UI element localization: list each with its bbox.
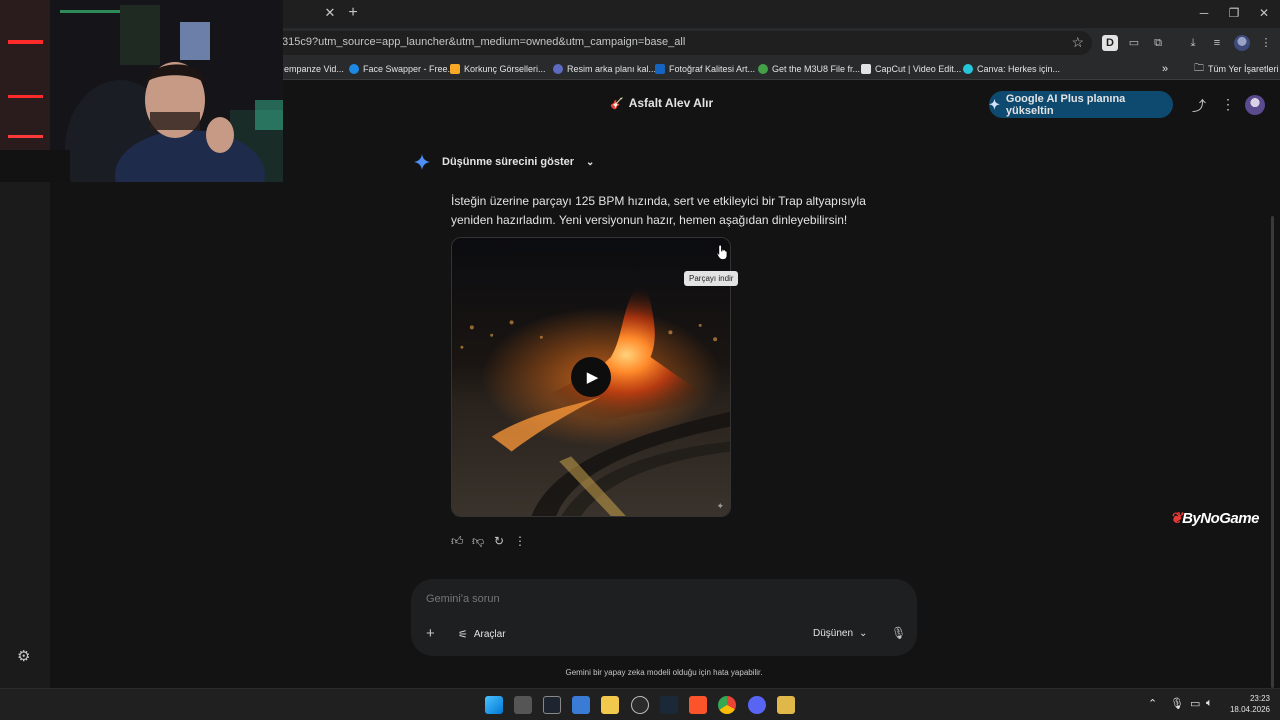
flame-icon: ❦ bbox=[1170, 510, 1183, 527]
file-explorer-icon[interactable] bbox=[601, 696, 619, 714]
folder-icon: 🗀 bbox=[1194, 62, 1204, 74]
settings-gear-icon[interactable]: ⚙ bbox=[17, 647, 30, 665]
tray-chevron-up-icon[interactable]: ⌃ bbox=[1148, 697, 1157, 710]
disclaimer-text: Gemini bir yapay zeka modeli olduğu için… bbox=[565, 668, 763, 677]
bookmark-star-icon[interactable]: ☆ bbox=[1071, 34, 1084, 51]
minimize-icon[interactable]: ─ bbox=[1194, 4, 1214, 22]
tray-display-icon[interactable]: ▭ bbox=[1190, 697, 1200, 710]
upgrade-plan-button[interactable]: ✦ Google AI Plus planına yükseltin bbox=[989, 91, 1173, 118]
bookmark-item[interactable]: CapCut | Video Edit... bbox=[861, 61, 961, 77]
guitar-icon: 🎸 bbox=[610, 97, 624, 110]
microphone-icon[interactable]: 🎙︎ bbox=[891, 626, 906, 640]
tray-microphone-icon[interactable]: 🎙︎ bbox=[1170, 697, 1184, 710]
watermark-spark-icon: ✦ bbox=[716, 501, 724, 511]
hand-cursor-icon bbox=[716, 244, 728, 260]
add-attachment-icon[interactable]: + bbox=[426, 625, 435, 642]
bookmark-favicon-icon bbox=[553, 64, 563, 74]
response-text: İsteğin üzerine parçayı 125 BPM hızında,… bbox=[451, 194, 866, 227]
chevron-down-icon: ⌄ bbox=[586, 156, 595, 168]
discord-icon[interactable] bbox=[748, 696, 766, 714]
prompt-composer: + ⚟ Araçlar Düşünen ⌄ 🎙︎ bbox=[411, 579, 917, 656]
model-mode-label: Düşünen bbox=[813, 628, 854, 639]
bookmark-favicon-icon bbox=[655, 64, 665, 74]
clock-date: 18.04.2026 bbox=[1229, 705, 1270, 714]
bookmark-favicon-icon bbox=[861, 64, 871, 74]
bookmarks-overflow-icon[interactable]: » bbox=[1162, 61, 1168, 77]
regenerate-icon[interactable]: ↻ bbox=[493, 534, 505, 549]
restore-icon[interactable]: ❐ bbox=[1224, 4, 1244, 22]
new-tab-icon[interactable]: + bbox=[345, 4, 361, 22]
bookmark-item[interactable]: Get the M3U8 File fr... bbox=[758, 61, 860, 77]
url-text[interactable]: 315c9?utm_source=app_launcher&utm_medium… bbox=[282, 36, 685, 48]
taskbar-app-icon[interactable] bbox=[572, 696, 590, 714]
show-thinking-toggle[interactable]: Düşünme sürecini göster ⌄ bbox=[414, 154, 594, 170]
tools-button[interactable]: ⚟ Araçlar bbox=[458, 628, 506, 641]
play-icon: ▶ bbox=[586, 369, 599, 386]
clock-time: 23:23 bbox=[1249, 694, 1270, 703]
chrome-icon[interactable] bbox=[718, 696, 736, 714]
brave-browser-icon[interactable] bbox=[689, 696, 707, 714]
download-icon[interactable]: ⤓ bbox=[1185, 35, 1201, 51]
upgrade-plan-label: Google AI Plus planına yükseltin bbox=[1005, 92, 1126, 117]
taskbar-app-icon[interactable] bbox=[631, 696, 649, 714]
media-controls-icon[interactable]: ≡ bbox=[1209, 35, 1225, 51]
webcam-overlay bbox=[0, 0, 283, 182]
bookmark-item[interactable]: Face Swapper - Free... bbox=[349, 61, 455, 77]
show-thinking-label: Düşünme sürecini göster bbox=[442, 156, 575, 168]
model-mode-selector[interactable]: Düşünen ⌄ bbox=[813, 628, 867, 639]
taskbar-app-icon[interactable] bbox=[543, 696, 561, 714]
prompt-input[interactable] bbox=[426, 593, 806, 605]
all-bookmarks-folder[interactable]: 🗀 Tüm Yer İşaretleri bbox=[1194, 61, 1279, 77]
extension-d-icon[interactable]: D bbox=[1102, 35, 1118, 51]
tools-label: Araçlar bbox=[473, 629, 506, 640]
bookmark-item[interactable]: Canva: Herkes için... bbox=[963, 61, 1060, 77]
user-avatar[interactable] bbox=[1245, 95, 1265, 115]
task-view-icon[interactable] bbox=[514, 696, 532, 714]
page-scrollbar[interactable] bbox=[1271, 216, 1274, 688]
sparkle-icon: ✦ bbox=[989, 96, 1000, 112]
browser-menu-icon[interactable]: ⋮ bbox=[1258, 35, 1274, 51]
bookmark-favicon-icon bbox=[450, 64, 460, 74]
tray-volume-icon[interactable]: 🔈︎ bbox=[1206, 697, 1213, 710]
bookmark-favicon-icon bbox=[758, 64, 768, 74]
sliders-icon: ⚟ bbox=[458, 629, 468, 641]
bookmark-item[interactable]: Fotoğraf Kalitesi Art... bbox=[655, 61, 755, 77]
more-options-icon[interactable]: ⋮ bbox=[1221, 96, 1235, 113]
bookmark-item[interactable]: Resim arka planı kal... bbox=[553, 61, 656, 77]
windows-taskbar: ⌃ 🎙︎ ▭ 🔈︎ 23:23 18.04.2026 bbox=[0, 688, 1280, 720]
play-button[interactable]: ▶ bbox=[571, 357, 611, 397]
conversation-title-text: Asfalt Alev Alır bbox=[628, 96, 714, 110]
steam-icon[interactable] bbox=[660, 696, 678, 714]
tab-close-icon[interactable]: ✕ bbox=[322, 5, 338, 21]
response-actions: 👍︎ 👎︎ ↻ ⋮ bbox=[451, 534, 526, 549]
thumbs-up-icon[interactable]: 👍︎ bbox=[451, 534, 464, 549]
system-clock[interactable]: 23:23 18.04.2026 bbox=[1228, 693, 1270, 715]
bookmark-item[interactable]: empanze Vid... bbox=[284, 61, 344, 77]
extensions-puzzle-icon[interactable]: ⧉ bbox=[1150, 35, 1166, 51]
share-icon[interactable]: ⤴ bbox=[1192, 96, 1206, 116]
browser-profile-avatar[interactable] bbox=[1234, 35, 1250, 51]
bynogame-logo: ❦ByNoGame bbox=[1170, 509, 1259, 527]
gemini-spark-icon bbox=[414, 154, 430, 170]
more-actions-icon[interactable]: ⋮ bbox=[514, 534, 526, 549]
close-window-icon[interactable]: ✕ bbox=[1254, 4, 1274, 22]
start-menu-icon[interactable] bbox=[485, 696, 503, 714]
taskbar-app-icon[interactable] bbox=[777, 696, 795, 714]
bookmark-favicon-icon bbox=[349, 64, 359, 74]
bookmark-favicon-icon bbox=[963, 64, 973, 74]
conversation-title: 🎸 Asfalt Alev Alır bbox=[610, 96, 713, 110]
download-track-tooltip: Parçayı indir bbox=[684, 271, 739, 286]
extension-screen-icon[interactable]: ▭ bbox=[1126, 35, 1142, 51]
chevron-down-icon: ⌄ bbox=[859, 628, 868, 639]
bookmark-item[interactable]: Korkunç Görselleri... bbox=[450, 61, 546, 77]
bynogame-logo-text: ByNoGame bbox=[1182, 510, 1259, 527]
thumbs-down-icon[interactable]: 👎︎ bbox=[472, 534, 484, 549]
address-bar[interactable]: 315c9?utm_source=app_launcher&utm_medium… bbox=[270, 31, 1092, 55]
